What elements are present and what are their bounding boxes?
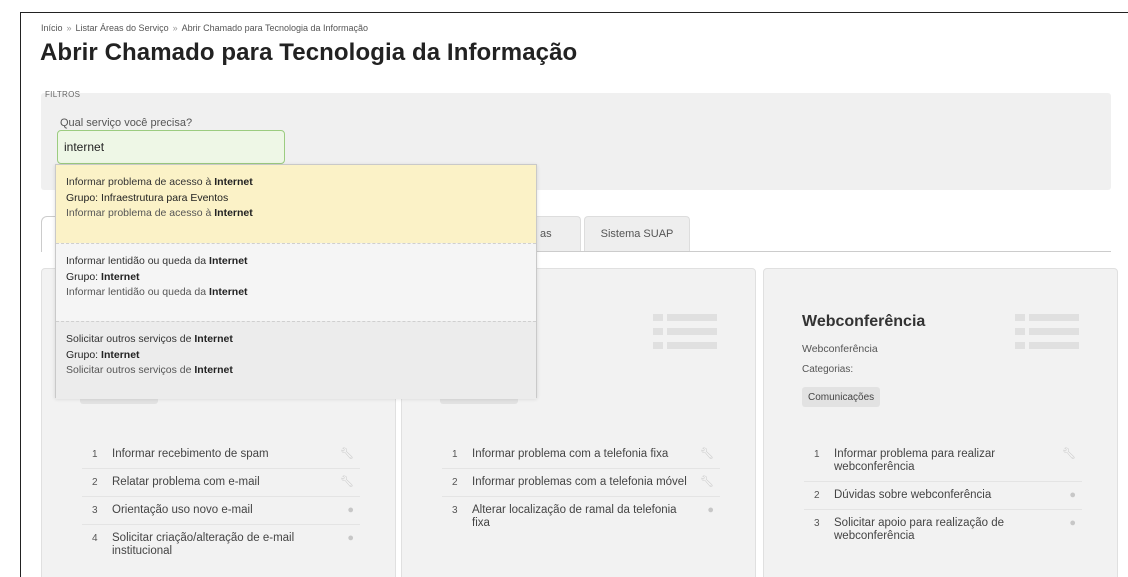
tab-sistema-suap[interactable]: Sistema SUAP xyxy=(584,216,690,251)
service-item[interactable]: 2 Relatar problema com e-mail 🔧︎ xyxy=(82,469,360,497)
item-number: 2 xyxy=(814,490,820,501)
service-item[interactable]: 3 Solicitar apoio para realização de webc… xyxy=(804,510,1082,550)
item-number: 3 xyxy=(92,505,98,516)
option-title: Informar problema de acesso à Internet xyxy=(66,176,253,188)
item-number: 4 xyxy=(92,533,98,544)
service-search-input[interactable] xyxy=(57,130,285,164)
chat-icon: ● xyxy=(1069,489,1076,501)
item-label: Orientação uso novo e-mail xyxy=(112,504,253,516)
service-item[interactable]: 1 Informar problema com a telefonia fixa 🔧… xyxy=(442,441,720,469)
chat-icon: ● xyxy=(347,504,354,516)
item-label: Alterar localização de ramal da telefoni… xyxy=(472,504,677,529)
list-icon xyxy=(1015,314,1079,350)
card-subtitle: Webconferência xyxy=(802,343,878,355)
item-label: Informar recebimento de spam xyxy=(112,448,269,460)
page-title: Abrir Chamado para Tecnologia da Informa… xyxy=(40,39,578,66)
filters-legend: FILTROS xyxy=(45,90,81,99)
item-number: 1 xyxy=(92,449,98,460)
service-item[interactable]: 2 Informar problemas com a telefonia móve… xyxy=(442,469,720,497)
breadcrumb-link-areas[interactable]: Listar Áreas do Serviço xyxy=(76,23,169,33)
item-number: 3 xyxy=(452,505,458,516)
tab-label: Sistema SUAP xyxy=(600,228,674,240)
item-number: 1 xyxy=(814,449,820,460)
item-label: Dúvidas sobre webconferência xyxy=(834,489,992,501)
item-label: Solicitar apoio para realização de webco… xyxy=(834,517,1005,542)
option-description: Informar lentidão ou queda da Internet xyxy=(66,286,248,298)
autocomplete-option[interactable]: Informar lentidão ou queda da Internet G… xyxy=(56,243,536,321)
item-label: Informar problema com a telefonia fixa xyxy=(472,448,669,460)
service-item[interactable]: 3 Orientação uso novo e-mail ● xyxy=(82,497,360,525)
breadcrumb-link-inicio[interactable]: Início xyxy=(41,23,63,33)
chat-icon: ● xyxy=(707,504,714,516)
search-label: Qual serviço você precisa? xyxy=(60,117,193,129)
wrench-icon: 🔧︎ xyxy=(340,476,354,488)
option-group: Grupo: Infraestrutura para Eventos xyxy=(66,191,229,204)
category-chip[interactable]: Comunicações xyxy=(802,387,881,407)
item-label: Solicitar criação/alteração de e-mail in… xyxy=(112,532,295,557)
service-item[interactable]: 1 Informar recebimento de spam 🔧︎ xyxy=(82,441,360,469)
tab-label: as xyxy=(540,228,552,240)
item-label: Informar problema para realizar webconfe… xyxy=(834,448,996,473)
service-list: 1 Informar recebimento de spam 🔧︎ 2 Relatar… xyxy=(82,441,360,565)
service-item[interactable]: 1 Informar problema para realizar webconf… xyxy=(804,441,1082,482)
chat-icon: ● xyxy=(1069,517,1076,529)
item-label: Relatar problema com e-mail xyxy=(112,476,260,488)
item-label: Informar problemas com a telefonia móvel xyxy=(472,476,687,488)
service-item[interactable]: 3 Alterar localização de ramal da telefon… xyxy=(442,497,720,537)
option-group: Grupo: Internet xyxy=(66,348,140,361)
service-list: 1 Informar problema para realizar webconf… xyxy=(804,441,1082,550)
list-icon xyxy=(653,314,717,350)
wrench-icon: 🔧︎ xyxy=(340,448,354,460)
option-description: Informar problema de acesso à Internet xyxy=(66,207,253,219)
card-title[interactable]: Webconferência xyxy=(802,313,925,331)
item-number: 2 xyxy=(92,477,98,488)
item-number: 2 xyxy=(452,477,458,488)
wrench-icon: 🔧︎ xyxy=(700,448,714,460)
breadcrumb: Início» Listar Áreas do Serviço» Abrir Cha… xyxy=(41,23,369,33)
service-item[interactable]: 4 Solicitar criação/alteração de e-mail i… xyxy=(82,525,360,565)
wrench-icon: 🔧︎ xyxy=(700,476,714,488)
option-title: Informar lentidão ou queda da Internet xyxy=(66,255,248,267)
option-group: Grupo: Internet xyxy=(66,270,140,283)
item-number: 3 xyxy=(814,518,820,529)
autocomplete-option[interactable]: Informar problema de acesso à Internet G… xyxy=(56,165,536,243)
service-item[interactable]: 2 Dúvidas sobre webconferência ● xyxy=(804,482,1082,510)
autocomplete-option[interactable]: Solicitar outros serviços de Internet Gr… xyxy=(56,321,536,399)
autocomplete-dropdown: Informar problema de acesso à Internet G… xyxy=(55,164,537,399)
option-description: Solicitar outros serviços de Internet xyxy=(66,364,233,376)
service-list: 1 Informar problema com a telefonia fixa 🔧… xyxy=(442,441,720,537)
option-title: Solicitar outros serviços de Internet xyxy=(66,333,233,345)
item-number: 1 xyxy=(452,449,458,460)
service-card: Webconferência Webconferência Categorias… xyxy=(763,268,1118,577)
breadcrumb-current: Abrir Chamado para Tecnologia da Informa… xyxy=(181,23,369,33)
categories-label: Categorias: xyxy=(802,364,854,375)
chat-icon: ● xyxy=(347,532,354,544)
wrench-icon: 🔧︎ xyxy=(1062,448,1076,460)
